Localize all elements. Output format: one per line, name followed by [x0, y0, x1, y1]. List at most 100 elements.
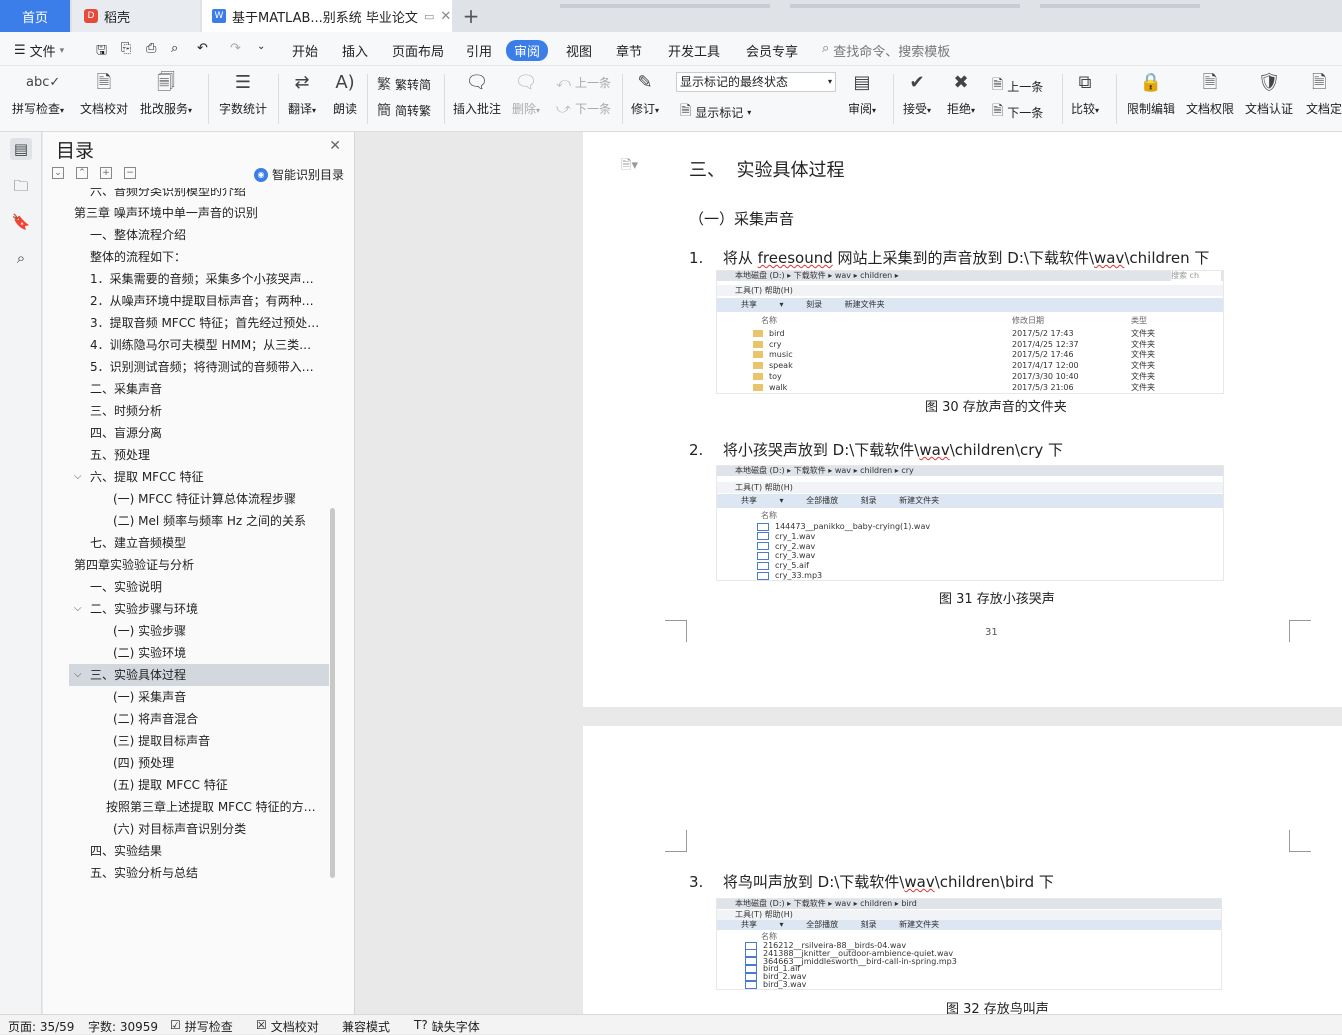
toc-scrollbar[interactable]	[330, 508, 335, 878]
accept-button[interactable]: ✔ 接受▾	[903, 70, 931, 117]
toc-item[interactable]: ⌵ 二、实验步骤与环境	[69, 598, 329, 620]
toc-item[interactable]: (五) 提取 MFCC 特征	[69, 774, 329, 796]
chevron-down-icon[interactable]: ⌵	[74, 466, 82, 488]
read-aloud-button[interactable]: A) 朗读	[333, 70, 357, 117]
toc-item[interactable]: 四、盲源分离	[69, 422, 329, 444]
next-change-button[interactable]: 🗎 下一条	[992, 100, 1043, 124]
missing-font-button[interactable]: T? 缺失字体	[414, 1018, 480, 1035]
compat-mode-indicator[interactable]: 兼容模式	[342, 1018, 390, 1035]
menu-review[interactable]: 审阅	[506, 40, 549, 61]
bookmark-icon[interactable]: 🔖	[10, 211, 32, 233]
customize-icon[interactable]: ⌄	[257, 41, 265, 52]
chevron-down-icon[interactable]: ⌵	[74, 664, 82, 686]
search-icon[interactable]: ⌕	[10, 247, 32, 269]
toc-item[interactable]: 六、音频分类识别模型的介绍	[69, 188, 329, 202]
tab-document[interactable]: W 基于MATLAB...别系统 毕业论文 ▭ ✕	[202, 0, 452, 32]
file-menu[interactable]: ☰ 文件 ▾	[14, 41, 64, 60]
preview-icon[interactable]: ⌕	[171, 41, 178, 56]
toc-item[interactable]: 1．采集需要的音频；采集多个小孩哭声…	[69, 268, 329, 290]
redo-icon[interactable]: ↷	[230, 41, 241, 56]
toc-item[interactable]: (一) 实验步骤	[69, 620, 329, 642]
doc-format-icon[interactable]: 🗎▾	[621, 156, 638, 178]
toc-item[interactable]: 4．训练隐马尔可夫模型 HMM；从三类…	[69, 334, 329, 356]
save-icon[interactable]: 🖫	[96, 41, 107, 63]
trad-to-simp-button[interactable]: 繁繁转简	[377, 74, 431, 94]
prev-comment-button[interactable]: ⤺ 上一条	[556, 74, 611, 91]
toc-item[interactable]: 七、建立音频模型	[69, 532, 329, 554]
toc-item[interactable]: (三) 提取目标声音	[69, 730, 329, 752]
toc-item[interactable]: (一) MFCC 特征计算总体流程步骤	[69, 488, 329, 510]
toc-item[interactable]: (二) 将声音混合	[69, 708, 329, 730]
toc-item[interactable]: ⌵第三章 噪声环境中单一声音的识别	[69, 202, 329, 224]
next-comment-button[interactable]: ⤻ 下一条	[556, 100, 611, 117]
collapse-all-icon[interactable]: ⌄	[52, 167, 64, 179]
toc-item[interactable]: ⌵ 六、提取 MFCC 特征	[69, 466, 329, 488]
show-markup-button[interactable]: 🗎 显示标记 ▾	[680, 100, 751, 124]
new-tab-button[interactable]: +	[460, 0, 482, 32]
menu-member[interactable]: 会员专享	[746, 41, 798, 60]
toc-item[interactable]: 二、采集声音	[69, 378, 329, 400]
toc-item[interactable]: 五、实验分析与总结	[69, 862, 329, 884]
page-indicator[interactable]: 页面: 35/59	[8, 1018, 74, 1035]
toc-item[interactable]: 三、时频分析	[69, 400, 329, 422]
undo-icon[interactable]: ↶	[197, 41, 208, 56]
toc-item[interactable]: 整体的流程如下：	[69, 246, 329, 268]
delete-comment-button[interactable]: 🗨 删除▾	[512, 70, 540, 117]
translate-button[interactable]: ⇄ 翻译▾	[288, 70, 316, 117]
chevron-down-icon[interactable]: ⌵	[74, 598, 82, 620]
smart-toc-button[interactable]: ◉ 智能识别目录	[253, 166, 344, 183]
spell-check-toggle[interactable]: ☑ 拼写检查	[170, 1018, 233, 1035]
toc-item[interactable]: 5．识别测试音频；将待测试的音频带入…	[69, 356, 329, 378]
track-changes-button[interactable]: ✎ 修订▾	[631, 70, 659, 117]
review-pane-button[interactable]: ▤ 审阅▾	[848, 70, 876, 117]
tab-screen-icon[interactable]: ▭	[424, 10, 434, 23]
word-count-indicator[interactable]: 字数: 30959	[88, 1018, 158, 1035]
outline-icon[interactable]: 🗀	[10, 175, 32, 197]
command-search[interactable]: ⌕ 查找命令、搜索模板	[822, 41, 950, 60]
tab-daoke[interactable]: D 稻壳	[72, 0, 200, 32]
insert-comment-button[interactable]: 🗨 插入批注	[453, 70, 501, 117]
correction-service-button[interactable]: 🗐 批改服务▾	[140, 70, 192, 117]
tab-home[interactable]: 首页	[0, 0, 70, 32]
toc-item[interactable]: 一、实验说明	[69, 576, 329, 598]
restrict-edit-button[interactable]: 🔒 限制编辑	[1127, 70, 1175, 117]
remove-level-icon[interactable]: −	[124, 167, 136, 179]
toc-item[interactable]: (一) 采集声音	[69, 686, 329, 708]
toc-item[interactable]: (六) 对目标声音识别分类	[69, 818, 329, 840]
toc-item-selected[interactable]: ⌵ 三、实验具体过程	[69, 664, 329, 686]
word-count-button[interactable]: ☰ 字数统计	[219, 70, 267, 117]
close-icon[interactable]: ✕	[329, 138, 341, 154]
doc-finalize-button[interactable]: 🗎 文档定	[1306, 70, 1342, 117]
toc-item[interactable]: 按照第三章上述提取 MFCC 特征的方…	[69, 796, 329, 818]
close-icon[interactable]: ✕	[440, 9, 451, 24]
menu-view[interactable]: 视图	[566, 41, 592, 60]
proofread-button[interactable]: 🗎 文档校对	[80, 70, 128, 117]
toc-item[interactable]: (四) 预处理	[69, 752, 329, 774]
menu-chapter[interactable]: 章节	[616, 41, 642, 60]
prev-change-button[interactable]: 🗎 上一条	[992, 74, 1043, 98]
toc-item[interactable]: 四、实验结果	[69, 840, 329, 862]
toc-item[interactable]: (二) Mel 频率与频率 Hz 之间的关系	[69, 510, 329, 532]
toc-item[interactable]: 2．从噪声环境中提取目标声音；有两种…	[69, 290, 329, 312]
expand-all-icon[interactable]: ⌃	[76, 167, 88, 179]
toc-item[interactable]: (二) 实验环境	[69, 642, 329, 664]
toc-item[interactable]: 五、预处理	[69, 444, 329, 466]
reject-button[interactable]: ✖ 拒绝▾	[947, 70, 975, 117]
add-level-icon[interactable]: +	[100, 167, 112, 179]
doc-permission-button[interactable]: 🗎 文档权限	[1186, 70, 1234, 117]
menu-devtools[interactable]: 开发工具	[668, 41, 720, 60]
spell-check-button[interactable]: abc✓ 拼写检查▾	[12, 70, 64, 117]
print-icon[interactable]: ⎙	[146, 41, 156, 56]
export-icon[interactable]: ⎘	[121, 41, 131, 56]
doc-cert-button[interactable]: 🛡 文档认证	[1245, 70, 1293, 117]
toc-item[interactable]: 3．提取音频 MFCC 特征；首先经过预处…	[69, 312, 329, 334]
toc-panel-icon[interactable]: ▤	[10, 138, 32, 160]
markup-state-select[interactable]: 显示标记的最终状态 ▾	[676, 72, 836, 92]
menu-reference[interactable]: 引用	[466, 41, 492, 60]
toc-item[interactable]: ⌵第四章实验验证与分析	[69, 554, 329, 576]
toc-item[interactable]: 一、整体流程介绍	[69, 224, 329, 246]
menu-start[interactable]: 开始	[292, 41, 318, 60]
menu-layout[interactable]: 页面布局	[392, 41, 444, 60]
compare-button[interactable]: ⧉ 比较▾	[1071, 70, 1099, 117]
menu-insert[interactable]: 插入	[342, 41, 368, 60]
